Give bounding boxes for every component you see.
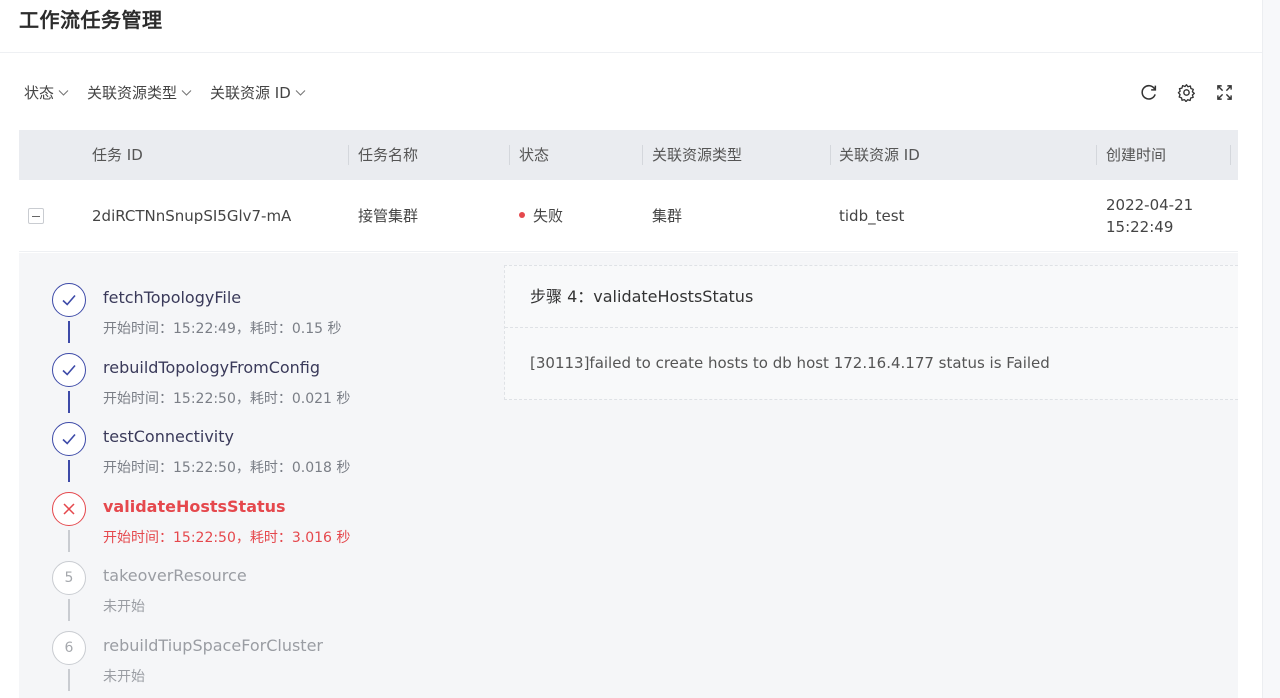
filter-resource-id[interactable]: 关联资源 ID [210,82,306,103]
filter-status[interactable]: 状态 [24,82,69,103]
step-item[interactable]: testConnectivity 开始时间：15:22:50，耗时：0.018 … [52,420,472,490]
step-detail-message: [30113]failed to create hosts to db host… [530,354,1050,372]
cell-status: 失败 [519,180,563,252]
step-timeline: fetchTopologyFile 开始时间：15:22:49，耗时：0.15 … [52,281,472,698]
fullscreen-button[interactable] [1214,82,1234,102]
step-meta: 开始时间：15:22:49，耗时：0.15 秒 [103,321,342,337]
check-icon [62,294,76,306]
step-detail-title: 步骤 4：validateHostsStatus [505,266,1238,328]
close-icon [63,502,75,515]
cell-created-time: 2022-04-21 15:22:49 [1106,194,1193,238]
step-status [52,352,86,387]
chevron-down-icon [181,90,192,96]
step-status [52,283,86,317]
step-name: fetchTopologyFile [103,288,242,307]
cell-task-id: 2diRCTNnSnupSI5Glv7-mA [92,207,292,225]
fullscreen-icon [1216,84,1232,100]
chevron-down-icon [58,90,69,96]
step-detail-prefix: 步骤 4： [530,287,594,306]
column-divider [1230,145,1231,165]
step-connector [68,321,70,343]
step-name: takeoverResource [103,566,247,585]
created-date: 2022-04-21 [1106,196,1194,214]
step-connector [68,529,70,552]
step-connector [68,460,70,482]
gear-icon [1177,83,1195,102]
filter-bar: 状态 关联资源类型 关联资源 ID [24,82,306,103]
cell-resource-type: 集群 [652,207,683,225]
task-table: 任务 ID 任务名称 状态 关联资源类型 关联资源 ID 创建时间 2diRCT… [19,130,1238,252]
settings-button[interactable] [1176,82,1196,102]
column-divider [1096,145,1097,165]
refresh-button[interactable] [1138,82,1158,102]
refresh-icon [1140,84,1156,100]
column-divider [509,145,510,165]
column-header-task-name[interactable]: 任务名称 [358,130,418,180]
step-status [52,491,86,526]
title-divider [0,52,1262,53]
check-icon [62,364,76,376]
step-number: 5 [52,561,86,595]
step-item[interactable]: 6 rebuildTiupSpaceForCluster 未开始 [52,629,472,698]
cell-resource-id: tidb_test [839,207,905,225]
step-connector [68,390,70,413]
column-header-resource-id[interactable]: 关联资源 ID [839,130,920,180]
step-status [52,422,86,456]
created-time: 15:22:49 [1106,218,1174,236]
filter-resource-type-label: 关联资源类型 [87,84,178,102]
step-name: testConnectivity [103,427,234,446]
status-label: 失败 [533,207,564,225]
scrollbar[interactable] [1262,0,1280,698]
collapse-row-button[interactable] [28,208,44,224]
column-divider [642,145,643,165]
step-meta: 开始时间：15:22:50，耗时：0.018 秒 [103,460,351,476]
table-toolbar [1138,82,1234,102]
column-header-task-id[interactable]: 任务 ID [92,130,143,180]
chevron-down-icon [295,90,306,96]
step-number: 6 [52,630,86,665]
step-item[interactable]: 5 takeoverResource 未开始 [52,559,472,629]
step-connector [68,599,70,621]
step-meta: 开始时间：15:22:50，耗时：3.016 秒 [103,529,351,546]
page-title: 工作流任务管理 [19,8,163,32]
step-meta: 未开始 [103,599,145,615]
step-detail-name: validateHostsStatus [593,287,754,306]
filter-resource-id-label: 关联资源 ID [210,84,291,102]
column-header-resource-type[interactable]: 关联资源类型 [652,130,742,180]
step-meta: 开始时间：15:22:50，耗时：0.021 秒 [103,390,351,407]
step-detail-card: 步骤 4：validateHostsStatus [30113]failed t… [504,265,1238,400]
table-row[interactable]: 2diRCTNnSnupSI5Glv7-mA 接管集群 失败 集群 tidb_t… [19,180,1238,252]
step-item[interactable]: rebuildTopologyFromConfig 开始时间：15:22:50，… [52,351,472,421]
step-name: validateHostsStatus [103,496,286,516]
filter-status-label: 状态 [24,84,55,102]
status-dot [519,211,525,218]
cell-task-name: 接管集群 [358,207,419,225]
step-item[interactable]: validateHostsStatus 开始时间：15:22:50，耗时：3.0… [52,490,472,560]
column-header-created-time[interactable]: 创建时间 [1106,130,1166,180]
step-connector [68,668,70,691]
column-divider [830,145,831,165]
step-name: rebuildTopologyFromConfig [103,357,321,377]
step-name: rebuildTiupSpaceForCluster [103,635,323,655]
table-header: 任务 ID 任务名称 状态 关联资源类型 关联资源 ID 创建时间 [19,130,1238,180]
expanded-row-panel: fetchTopologyFile 开始时间：15:22:49，耗时：0.15 … [19,253,1238,698]
check-icon [62,433,76,445]
step-meta: 未开始 [103,668,145,685]
column-header-status[interactable]: 状态 [519,130,549,180]
filter-resource-type[interactable]: 关联资源类型 [87,82,192,103]
step-item[interactable]: fetchTopologyFile 开始时间：15:22:49，耗时：0.15 … [52,281,472,351]
column-divider [348,145,349,165]
